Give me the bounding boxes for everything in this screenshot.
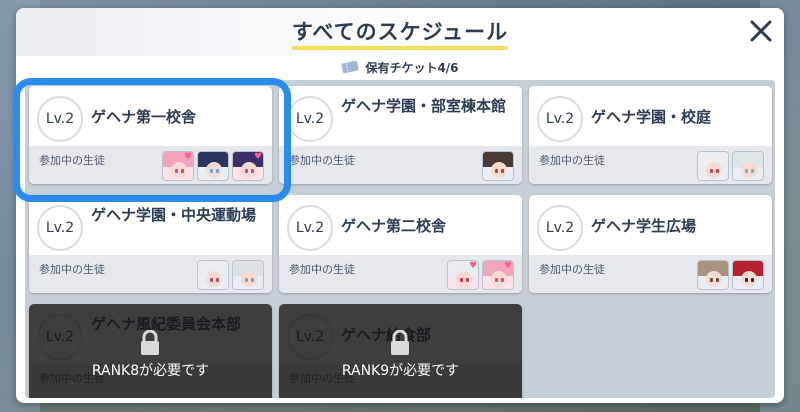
schedule-card[interactable]: Lv.2 ゲヘナ第一校舎 参加中の生徒 ♥ ♥ xyxy=(29,86,272,184)
heart-icon: ♥ xyxy=(469,261,478,271)
student-avatars xyxy=(697,151,764,181)
student-avatar xyxy=(732,260,764,290)
card-footer: 参加中の生徒 xyxy=(529,146,772,184)
schedule-grid: Lv.2 ゲヘナ第一校舎 参加中の生徒 ♥ ♥ Lv.2 ゲヘナ学園・部室棟本館 参加中の生徒… xyxy=(25,80,775,398)
card-footer: 参加中の生徒 ♥ ♥ xyxy=(29,146,272,184)
participants-label: 参加中の生徒 xyxy=(39,263,105,276)
card-footer: 参加中の生徒 ♥ ♥ xyxy=(279,255,522,293)
student-avatar: ♥ xyxy=(162,151,194,181)
participants-label: 参加中の生徒 xyxy=(289,263,355,276)
location-name: ゲヘナ第二校舎 xyxy=(341,217,447,235)
student-avatars xyxy=(697,260,764,290)
level-badge: Lv.2 xyxy=(537,96,583,142)
student-avatar xyxy=(697,260,729,290)
student-avatar xyxy=(697,151,729,181)
schedule-card[interactable]: Lv.2 ゲヘナ第二校舎 参加中の生徒 ♥ ♥ xyxy=(279,195,522,293)
rank-requirement: RANK9が必要です xyxy=(341,363,460,379)
schedule-card[interactable]: Lv.2 ゲヘナ学園・校庭参加中の生徒 xyxy=(529,86,772,184)
locked-overlay: RANK8が必要です xyxy=(29,304,272,398)
location-name: ゲヘナ学生広場 xyxy=(591,217,697,235)
level-badge: Lv.2 xyxy=(37,205,83,251)
close-button[interactable] xyxy=(748,18,774,44)
close-icon xyxy=(750,20,772,42)
schedule-card[interactable]: Lv.2 ゲヘナ学生広場参加中の生徒 xyxy=(529,195,772,293)
student-avatar xyxy=(482,151,514,181)
location-name: ゲヘナ学園・部室棟本館 xyxy=(341,97,507,115)
modal-header: すべてのスケジュール xyxy=(16,8,784,56)
participants-label: 参加中の生徒 xyxy=(539,263,605,276)
student-avatar xyxy=(197,260,229,290)
schedule-card[interactable]: Lv.2ゲヘナ風紀委員会本部参加中の生徒RANK8が必要です xyxy=(29,304,272,398)
level-badge: Lv.2 xyxy=(287,96,333,142)
student-avatar xyxy=(232,260,264,290)
heart-icon: ♥ xyxy=(184,152,193,162)
card-footer: 参加中の生徒 xyxy=(529,255,772,293)
student-avatars: ♥ ♥ xyxy=(447,260,514,290)
student-avatar xyxy=(197,151,229,181)
card-footer: 参加中の生徒 xyxy=(279,146,522,184)
student-avatars: ♥ ♥ xyxy=(162,151,264,181)
heart-icon: ♥ xyxy=(504,261,513,271)
level-badge: Lv.2 xyxy=(537,205,583,251)
student-avatars xyxy=(482,151,514,181)
location-name: ゲヘナ学園・中央運動場 xyxy=(91,206,257,224)
lock-icon xyxy=(391,330,409,355)
title-underline xyxy=(292,46,508,50)
schedule-card[interactable]: Lv.2 ゲヘナ学園・中央運動場参加中の生徒 xyxy=(29,195,272,293)
student-avatar xyxy=(732,151,764,181)
rank-requirement: RANK8が必要です xyxy=(91,363,210,379)
student-avatar: ♥ xyxy=(232,151,264,181)
participants-label: 参加中の生徒 xyxy=(39,154,105,167)
location-name: ゲヘナ学園・校庭 xyxy=(591,108,712,126)
student-avatar: ♥ xyxy=(447,260,479,290)
ticket-counter: 保有チケット4/6 xyxy=(16,58,784,76)
participants-label: 参加中の生徒 xyxy=(289,154,355,167)
location-name: ゲヘナ第一校舎 xyxy=(91,108,197,126)
level-badge: Lv.2 xyxy=(287,205,333,251)
card-footer: 参加中の生徒 xyxy=(29,255,272,293)
schedule-modal: すべてのスケジュール 保有チケット4/6 Lv.2 ゲヘナ第一校舎 参加中の生徒 ♥ ♥… xyxy=(16,8,784,403)
schedule-card[interactable]: Lv.2 ゲヘナ学園・部室棟本館参加中の生徒 xyxy=(279,86,522,184)
level-badge: Lv.2 xyxy=(37,96,83,142)
locked-overlay: RANK9が必要です xyxy=(279,304,522,398)
student-avatars xyxy=(197,260,264,290)
lock-icon xyxy=(141,330,159,355)
student-avatar: ♥ xyxy=(482,260,514,290)
ticket-icon xyxy=(341,60,359,74)
heart-icon: ♥ xyxy=(254,152,263,162)
ticket-label: 保有チケット4/6 xyxy=(365,60,459,75)
page-title: すべてのスケジュール xyxy=(291,20,509,44)
participants-label: 参加中の生徒 xyxy=(539,154,605,167)
schedule-card[interactable]: Lv.2ゲヘナ給食部参加中の生徒RANK9が必要です xyxy=(279,304,522,398)
